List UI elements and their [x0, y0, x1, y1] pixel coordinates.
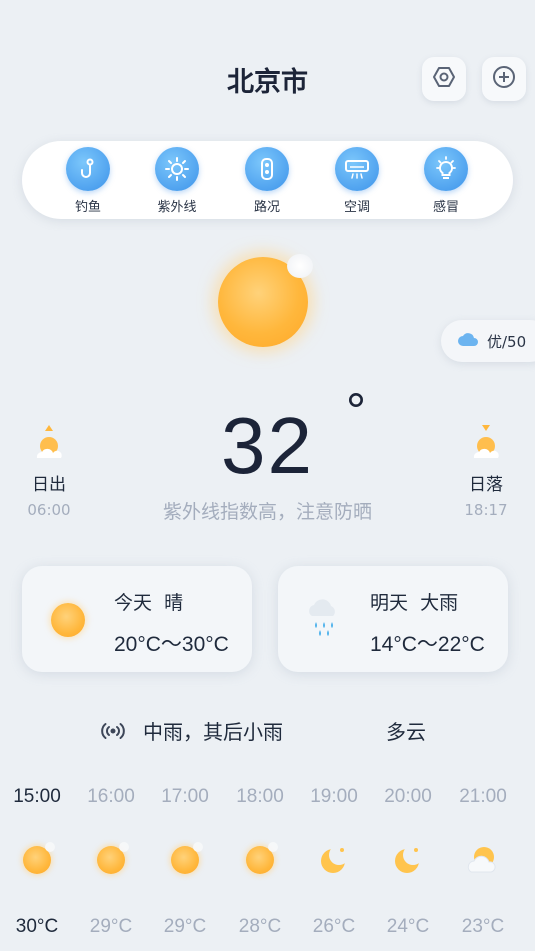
sun-icon	[171, 842, 203, 874]
day-weather: 晴	[164, 592, 184, 614]
day-weather: 大雨	[420, 592, 459, 614]
sun-icon	[51, 603, 85, 637]
hour-temp: 29°C	[89, 916, 133, 937]
tomorrow-title: 明天 大雨	[370, 588, 458, 615]
hourly-item[interactable]: 17:00 29°C	[148, 786, 222, 938]
heavy-rain-icon	[306, 596, 342, 644]
settings-icon	[432, 65, 456, 93]
quick-item-label: 路况	[253, 200, 280, 215]
hour-time: 20:00	[384, 786, 432, 807]
cloud-puff-icon	[287, 254, 313, 278]
tomorrow-card[interactable]: 明天 大雨 14°C～22°C	[278, 566, 508, 672]
hour-time: 21:00	[459, 786, 507, 807]
broadcast-icon	[101, 720, 125, 746]
hour-temp: 24°C	[386, 916, 430, 937]
quick-item-label: 空调	[343, 200, 370, 215]
sunset-time: 18:17	[464, 501, 508, 519]
quick-bar: 钓鱼 紫外线 路况 空调 感冒	[22, 141, 513, 219]
traffic-light-icon	[245, 147, 289, 191]
hourly-item[interactable]: 19:00 26°C	[297, 786, 371, 938]
uv-sun-icon	[155, 147, 199, 191]
hour-time: 17:00	[161, 786, 209, 807]
hourly-item[interactable]: 21:00 23°C	[446, 786, 520, 938]
hour-temp: 29°C	[163, 916, 207, 937]
sunset-icon	[451, 420, 521, 460]
cloud-icon	[457, 331, 479, 351]
sun-icon	[23, 842, 55, 874]
air-conditioner-icon	[335, 147, 379, 191]
partly-cloudy-icon	[446, 840, 520, 880]
sunset-block: 日落 18:17	[451, 420, 521, 519]
hour-time: 19:00	[310, 786, 358, 807]
quick-item-traffic[interactable]: 路况	[237, 147, 297, 215]
add-icon	[492, 65, 516, 93]
today-card[interactable]: 今天 晴 20°C～30°C	[22, 566, 252, 672]
today-title: 今天 晴	[114, 588, 183, 615]
day-name: 明天	[370, 592, 409, 614]
quick-item-cold[interactable]: 感冒	[416, 147, 476, 215]
degree-symbol: °	[346, 383, 366, 439]
hourly-item[interactable]: 16:00 29°C	[74, 786, 148, 938]
fishing-hook-icon	[66, 147, 110, 191]
sunset-label: 日落	[469, 475, 503, 495]
quick-item-label: 感冒	[432, 200, 459, 215]
sun-icon	[97, 842, 129, 874]
hour-temp: 28°C	[238, 916, 282, 937]
tomorrow-temp-range: 14°C～22°C	[370, 633, 485, 656]
hour-time: 15:00	[13, 786, 61, 807]
today-temp-range: 20°C～30°C	[114, 633, 229, 656]
aqi-value: 优/50	[487, 332, 527, 351]
quick-item-label: 紫外线	[157, 200, 197, 215]
quick-item-label: 钓鱼	[74, 200, 101, 215]
lightbulb-icon	[424, 147, 468, 191]
hour-temp: 26°C	[312, 916, 356, 937]
forecast-extra: 多云	[386, 720, 426, 744]
day-name: 今天	[114, 592, 153, 614]
hourly-item[interactable]: 20:00 24°C	[371, 786, 445, 938]
hourly-item[interactable]: 15:00 30°C	[0, 786, 74, 938]
moon-sun-icon	[297, 840, 371, 880]
settings-button[interactable]	[422, 57, 466, 101]
forecast-row: 中雨，其后小雨 多云	[0, 716, 535, 746]
hourly-item[interactable]: 18:00 28°C	[223, 786, 297, 938]
hour-temp: 30°C	[15, 916, 59, 937]
hour-time: 18:00	[236, 786, 284, 807]
hour-time: 16:00	[87, 786, 135, 807]
aqi-badge[interactable]: 优/50	[441, 320, 535, 362]
quick-item-uv[interactable]: 紫外线	[147, 147, 207, 215]
moon-sun-icon	[371, 840, 445, 880]
hour-temp: 23°C	[461, 916, 505, 937]
quick-item-aircon[interactable]: 空调	[327, 147, 387, 215]
quick-item-fishing[interactable]: 钓鱼	[58, 147, 118, 215]
forecast-text: 中雨，其后小雨	[143, 720, 283, 744]
sun-icon	[246, 842, 278, 874]
add-city-button[interactable]	[482, 57, 526, 101]
